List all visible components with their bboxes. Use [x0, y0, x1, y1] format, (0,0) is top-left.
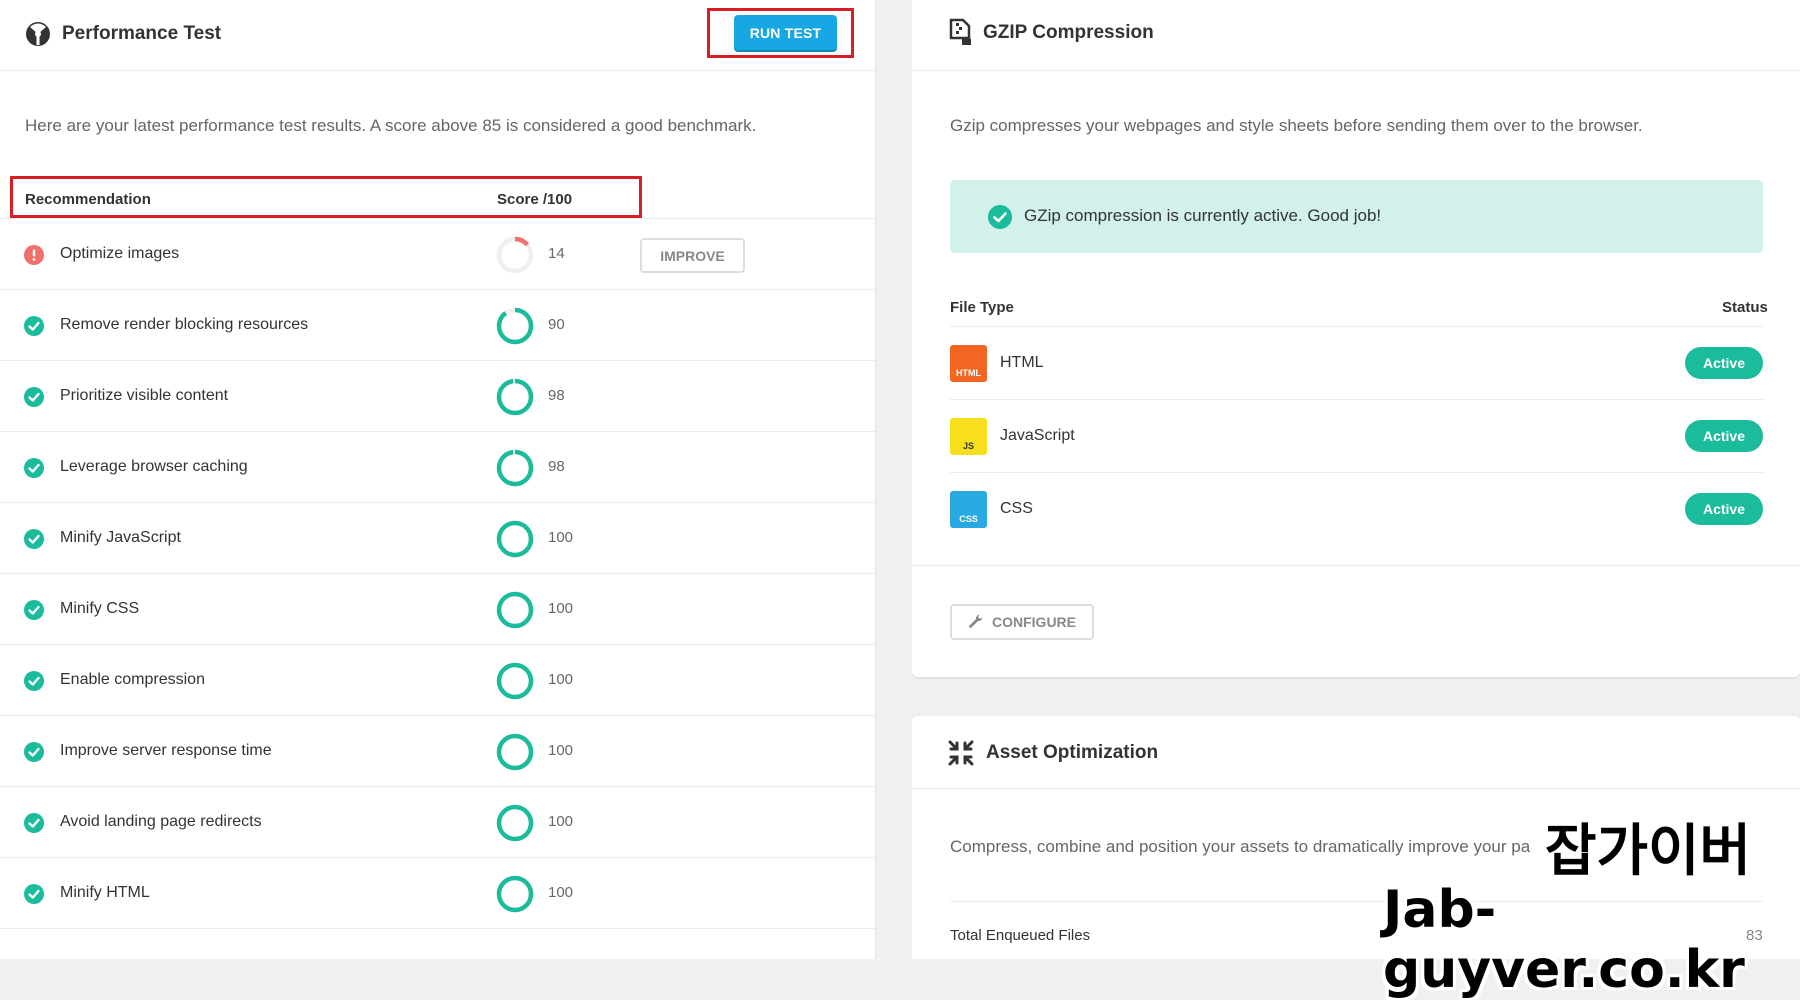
score-ring [495, 732, 535, 772]
check-circle-icon [24, 600, 44, 620]
score-value: 90 [548, 316, 565, 333]
score-value: 100 [548, 742, 574, 759]
file-type-row: JS JavaScript Active [950, 399, 1763, 473]
recommendation-row: Minify JavaScript 100 [0, 502, 875, 574]
score-value: 14 [548, 245, 565, 262]
recommendation-row: Enable compression 100 [0, 644, 875, 716]
check-circle-icon [24, 813, 44, 833]
gzip-title: GZIP Compression [983, 22, 1154, 43]
recommendation-label: Improve server response time [60, 742, 272, 759]
score-ring [495, 661, 535, 701]
performance-gauge-icon [24, 20, 52, 53]
list-end-divider [0, 928, 875, 929]
watermark-url: Jab-guyver.co.kr [1383, 880, 1745, 1000]
file-type-row: HTML HTML Active [950, 326, 1763, 400]
check-circle-icon [24, 884, 44, 904]
compress-file-icon [948, 18, 974, 51]
table-header-highlight [10, 176, 642, 218]
score-ring [495, 448, 535, 488]
check-circle-icon [24, 387, 44, 407]
performance-panel: Performance Test RUN TEST Here are your … [0, 0, 876, 959]
recommendation-row: Minify CSS 100 [0, 573, 875, 645]
status-badge: Active [1685, 420, 1763, 452]
file-type-row: CSS CSS Active [950, 472, 1763, 546]
score-ring [495, 803, 535, 843]
recommendation-label: Enable compression [60, 671, 205, 688]
score-value: 100 [548, 529, 574, 546]
score-value: 98 [548, 387, 565, 404]
gzip-notice-text: GZip compression is currently active. Go… [1024, 206, 1382, 225]
recommendation-row: Prioritize visible content 98 [0, 360, 875, 432]
score-ring [495, 874, 535, 914]
status-badge: Active [1685, 493, 1763, 525]
file-type-name: CSS [1000, 500, 1033, 517]
recommendation-row: Improve server response time 100 [0, 715, 875, 787]
configure-button-label: CONFIGURE [992, 614, 1076, 630]
recommendation-label: Minify HTML [60, 884, 150, 901]
recommendation-label: Avoid landing page redirects [60, 813, 262, 830]
recommendation-row: Avoid landing page redirects 100 [0, 786, 875, 858]
score-ring [495, 519, 535, 559]
asset-description: Compress, combine and position your asse… [950, 837, 1531, 856]
configure-button[interactable]: CONFIGURE [950, 604, 1094, 640]
total-enqueued-label: Total Enqueued Files [950, 927, 1091, 944]
file-type-column-header: File Type [950, 299, 1014, 316]
recommendation-row: Optimize images 14 IMPROVE [0, 218, 875, 290]
score-value: 100 [548, 671, 574, 688]
score-value: 98 [548, 458, 565, 475]
performance-description: Here are your latest performance test re… [25, 116, 757, 135]
recommendation-label: Prioritize visible content [60, 387, 229, 404]
status-column-header: Status [1722, 299, 1768, 316]
score-ring [495, 235, 535, 275]
gzip-description: Gzip compresses your webpages and style … [950, 116, 1643, 135]
recommendation-label: Remove render blocking resources [60, 316, 309, 333]
recommendation-row: Minify HTML 100 [0, 857, 875, 929]
file-type-name: HTML [1000, 354, 1044, 371]
score-ring [495, 377, 535, 417]
gzip-footer-divider [912, 565, 1800, 566]
improve-button[interactable]: IMPROVE [640, 238, 745, 273]
run-test-highlight [707, 8, 854, 58]
score-value: 100 [548, 600, 574, 617]
status-badge: Active [1685, 347, 1763, 379]
recommendation-label: Leverage browser caching [60, 458, 248, 475]
check-circle-icon [24, 742, 44, 762]
check-circle-icon [24, 316, 44, 336]
watermark-korean: 잡가이버 [1545, 819, 1752, 884]
html-file-icon: HTML [950, 345, 987, 382]
recommendation-row: Leverage browser caching 98 [0, 431, 875, 503]
js-file-icon: JS [950, 418, 987, 455]
asset-title: Asset Optimization [986, 742, 1159, 763]
gzip-active-notice: GZip compression is currently active. Go… [950, 180, 1763, 253]
recommendation-label: Optimize images [60, 245, 180, 262]
recommendation-label: Minify JavaScript [60, 529, 181, 546]
check-circle-icon [988, 205, 1012, 229]
performance-title: Performance Test [62, 23, 222, 44]
check-circle-icon [24, 671, 44, 691]
recommendation-label: Minify CSS [60, 600, 140, 617]
score-ring [495, 306, 535, 346]
check-circle-icon [24, 529, 44, 549]
compress-arrows-icon [948, 740, 974, 771]
wrench-icon [968, 613, 984, 632]
score-value: 100 [548, 884, 574, 901]
recommendation-row: Remove render blocking resources 90 [0, 289, 875, 361]
css-file-icon: CSS [950, 491, 987, 528]
warning-circle-icon [24, 245, 44, 265]
score-ring [495, 590, 535, 630]
check-circle-icon [24, 458, 44, 478]
file-type-name: JavaScript [1000, 427, 1075, 444]
score-value: 100 [548, 813, 574, 830]
